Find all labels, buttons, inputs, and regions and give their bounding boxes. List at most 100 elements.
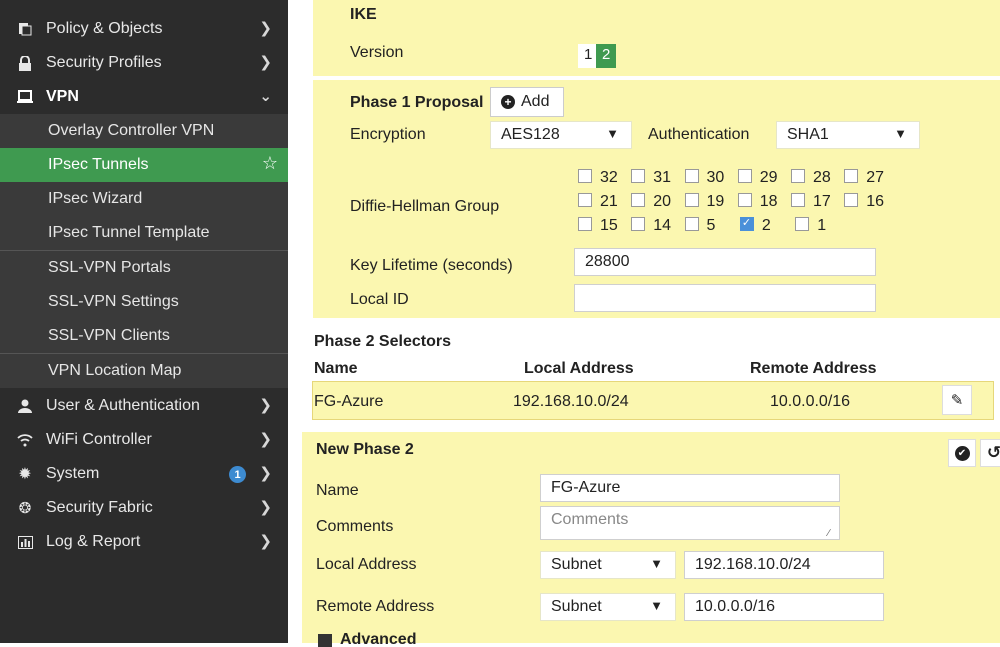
checkbox[interactable] [737, 192, 752, 207]
checkbox[interactable] [578, 216, 592, 231]
dh-option-label: 30 [706, 169, 725, 186]
caret-down-icon: ▼ [606, 126, 619, 141]
sidebar-item-security-profiles[interactable]: Security Profiles ❯ [0, 46, 288, 80]
dh-option[interactable]: 18 [737, 192, 778, 211]
sidebar-item-vpn-location-map[interactable]: VPN Location Map [0, 354, 288, 388]
sidebar-item-user-authentication[interactable]: User & Authentication ❯ [0, 389, 288, 423]
encryption-label: Encryption [350, 126, 426, 143]
dh-option-label: 5 [706, 217, 716, 234]
dh-option[interactable]: 2 [739, 216, 771, 235]
sidebar-item-ipsec-tunnels[interactable]: IPsec Tunnels ☆ [0, 148, 288, 182]
sidebar-item-ipsec-wizard[interactable]: IPsec Wizard [0, 182, 288, 216]
add-label: Add [521, 93, 550, 110]
checkbox[interactable] [791, 168, 805, 183]
sidebar-item-vpn[interactable]: VPN ⌄ [0, 80, 288, 114]
chevron-right-icon: ❯ [259, 431, 272, 448]
dh-option[interactable]: 28 [791, 168, 831, 187]
dh-option-label: 19 [706, 193, 725, 210]
sidebar-item-wifi-controller[interactable]: WiFi Controller ❯ [0, 423, 288, 457]
encryption-select[interactable]: AES128 ▼ [490, 121, 632, 149]
sidebar-item-label: IPsec Tunnels [48, 156, 149, 173]
checkbox[interactable] [684, 216, 699, 231]
dh-option[interactable]: 20 [631, 192, 672, 211]
dh-group-row-1: 32 31 30 29 28 27 [578, 168, 893, 187]
add-proposal-button[interactable]: + Add [490, 87, 564, 117]
dh-option[interactable]: 15 [578, 216, 618, 235]
sidebar-item-ssl-vpn-clients[interactable]: SSL-VPN Clients [0, 319, 288, 353]
chevron-down-icon: ⌄ [259, 88, 272, 105]
dh-option[interactable]: 17 [791, 192, 831, 211]
dh-option[interactable]: 14 [631, 216, 672, 235]
name-label: Name [316, 482, 359, 499]
comments-textarea[interactable]: Comments [540, 506, 840, 540]
checkbox[interactable] [684, 168, 699, 183]
dh-option[interactable]: 30 [684, 168, 725, 187]
sidebar-item-ipsec-tunnel-template[interactable]: IPsec Tunnel Template [0, 216, 288, 250]
resize-handle-icon[interactable]: ∕ [828, 528, 830, 539]
phase2-name-input[interactable]: FG-Azure [540, 474, 840, 502]
row-remote-address: 10.0.0.0/16 [770, 393, 851, 410]
dh-option-label: 18 [759, 193, 778, 210]
edit-pencil-icon[interactable]: ✎ [942, 385, 972, 415]
local-address-input[interactable]: 192.168.10.0/24 [684, 551, 884, 579]
sidebar-item-security-fabric[interactable]: ❂ Security Fabric ❯ [0, 491, 288, 525]
checkbox[interactable] [795, 216, 810, 231]
checkbox[interactable] [578, 192, 592, 207]
sidebar-item-system[interactable]: ✹ System 1 ❯ [0, 457, 288, 491]
dh-option[interactable]: 5 [684, 216, 716, 235]
caret-down-icon: ▼ [650, 598, 663, 613]
comments-label: Comments [316, 518, 394, 535]
authentication-label: Authentication [648, 126, 750, 143]
chevron-right-icon: ❯ [259, 20, 272, 37]
collapse-icon [318, 634, 332, 647]
undo-icon[interactable]: ↺ [980, 439, 1000, 467]
checkbox[interactable] [844, 192, 859, 207]
checkbox[interactable] [791, 192, 805, 207]
sidebar-item-ssl-vpn-portals[interactable]: SSL-VPN Portals [0, 251, 288, 285]
dh-option[interactable]: 31 [631, 168, 671, 187]
checkbox-checked[interactable] [739, 216, 754, 231]
sidebar-item-policy-objects[interactable]: Policy & Objects ❯ [0, 12, 288, 46]
dh-option-label: 32 [600, 169, 618, 186]
remote-address-input[interactable]: 10.0.0.0/16 [684, 593, 884, 621]
dh-option[interactable]: 32 [578, 168, 618, 187]
dh-option-label: 20 [653, 193, 672, 210]
advanced-toggle[interactable]: Advanced [318, 631, 416, 647]
sidebar-item-ssl-vpn-settings[interactable]: SSL-VPN Settings [0, 285, 288, 319]
checkbox[interactable] [631, 216, 646, 231]
confirm-check-icon[interactable]: ✔ [948, 439, 976, 467]
sidebar-item-label: SSL-VPN Settings [48, 293, 179, 310]
authentication-select[interactable]: SHA1 ▼ [776, 121, 920, 149]
plus-circle-icon: + [501, 95, 515, 109]
checkbox[interactable] [578, 168, 592, 183]
version-2-button[interactable]: 2 [596, 44, 617, 68]
local-id-input[interactable] [574, 284, 876, 312]
dh-option[interactable]: 27 [844, 168, 884, 187]
dh-option[interactable]: 19 [684, 192, 725, 211]
local-address-type-select[interactable]: Subnet ▼ [540, 551, 676, 579]
user-icon [14, 399, 36, 413]
dh-option[interactable]: 16 [844, 192, 884, 211]
local-id-label: Local ID [350, 291, 409, 308]
sidebar-item-label: Policy & Objects [46, 20, 163, 37]
checkbox[interactable] [684, 192, 699, 207]
dh-option[interactable]: 29 [737, 168, 778, 187]
checkbox[interactable] [844, 168, 859, 183]
dh-option[interactable]: 21 [578, 192, 618, 211]
remote-address-type-select[interactable]: Subnet ▼ [540, 593, 676, 621]
dh-option-label: 1 [817, 217, 827, 234]
checkbox[interactable] [631, 168, 646, 183]
star-icon[interactable]: ☆ [262, 153, 278, 174]
sidebar-item-log-report[interactable]: Log & Report ❯ [0, 525, 288, 559]
key-lifetime-input[interactable]: 28800 [574, 248, 876, 276]
checkbox[interactable] [631, 192, 646, 207]
checkbox[interactable] [737, 168, 752, 183]
table-row[interactable] [312, 381, 994, 420]
sidebar-item-label: WiFi Controller [46, 431, 152, 448]
dh-option-label: 14 [653, 217, 672, 234]
sidebar-item-overlay-controller-vpn[interactable]: Overlay Controller VPN [0, 114, 288, 148]
chevron-right-icon: ❯ [259, 465, 272, 482]
sidebar-item-label: Security Profiles [46, 54, 162, 71]
dh-option[interactable]: 1 [795, 216, 827, 235]
dh-option-label: 17 [813, 193, 831, 210]
